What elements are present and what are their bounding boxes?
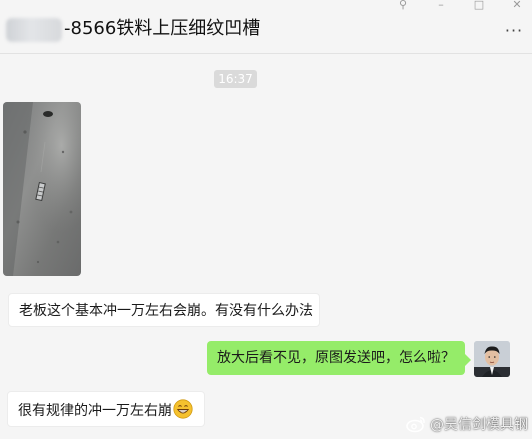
maximize-icon[interactable]: □: [472, 0, 486, 10]
message-bubble-other[interactable]: 很有规律的冲一万左右崩: [7, 391, 205, 427]
avatar[interactable]: [474, 341, 510, 377]
minimize-icon[interactable]: –: [434, 0, 448, 10]
chat-header: -8566铁料上压细纹凹槽 ⚲ – □ ✕ ···: [0, 0, 532, 54]
blurred-contact-name: [6, 18, 62, 42]
message-timestamp: 16:37: [214, 70, 257, 88]
message-bubble-other[interactable]: 老板这个基本冲一万左右会崩。有没有什么办法: [8, 293, 320, 327]
image-message[interactable]: [3, 102, 81, 276]
watermark-text: @吴信剑模具钢: [430, 417, 528, 433]
photo-thumbnail: [3, 102, 81, 276]
grin-emoji-icon: [173, 399, 193, 419]
message-text: 很有规律的冲一万左右崩: [18, 403, 172, 419]
pin-icon[interactable]: ⚲: [396, 0, 410, 10]
weibo-icon: [406, 416, 425, 433]
close-icon[interactable]: ✕: [510, 0, 524, 10]
chat-title: -8566铁料上压细纹凹槽: [64, 18, 261, 39]
watermark: @吴信剑模具钢: [406, 413, 528, 435]
more-icon[interactable]: ···: [504, 23, 524, 40]
window-controls: ⚲ – □ ✕: [396, 0, 524, 10]
message-bubble-self[interactable]: 放大后看不见，原图发送吧，怎么啦？: [207, 341, 471, 375]
avatar-image: [474, 341, 510, 377]
message-text: 老板这个基本冲一万左右会崩。有没有什么办法: [19, 303, 313, 319]
message-text: 放大后看不见，原图发送吧，怎么啦？: [217, 350, 455, 366]
